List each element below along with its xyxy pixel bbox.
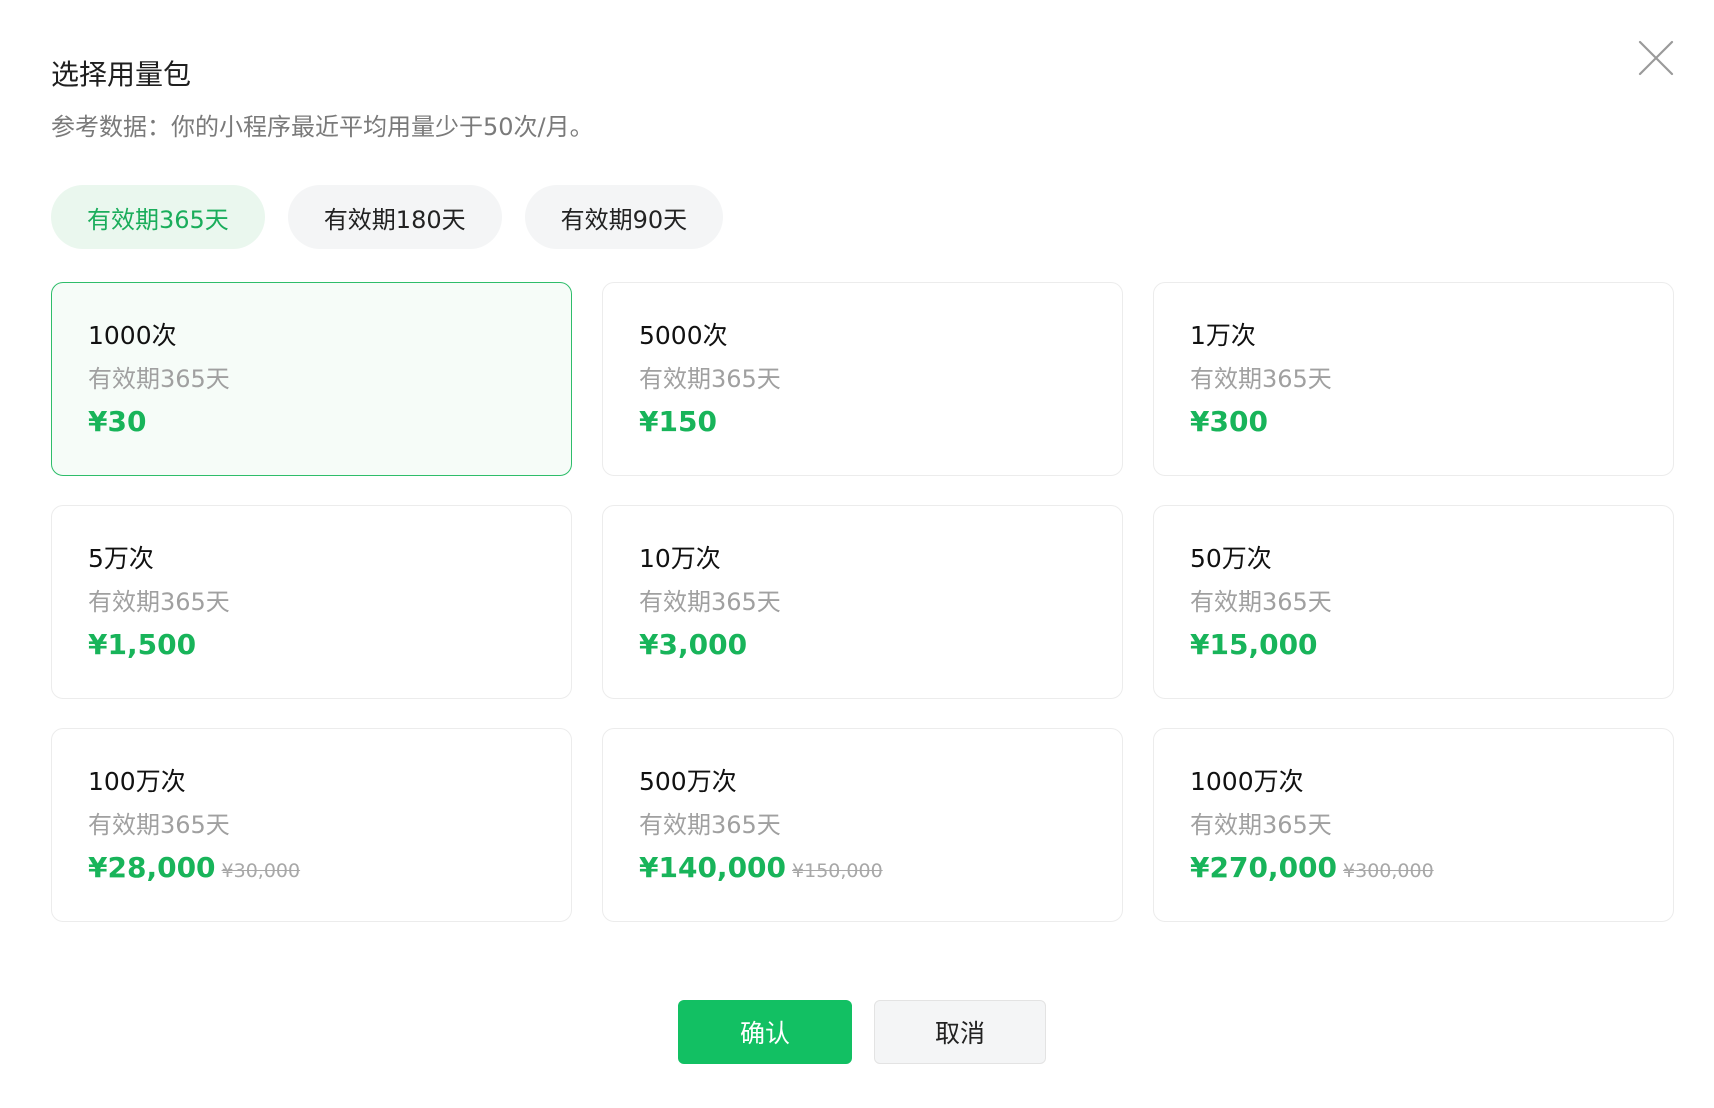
cancel-button[interactable]: 取消	[874, 1000, 1046, 1064]
package-card[interactable]: 50万次 有效期365天 ¥15,000	[1153, 505, 1674, 699]
original-price: ¥150,000	[792, 860, 883, 882]
package-grid: 1000次 有效期365天 ¥30 5000次 有效期365天 ¥150 1万次…	[51, 282, 1674, 922]
package-name: 1万次	[1190, 321, 1256, 350]
tab-90-days[interactable]: 有效期90天	[524, 185, 724, 249]
package-validity: 有效期365天	[88, 811, 230, 839]
package-name: 5万次	[88, 544, 154, 573]
price-row: ¥3,000	[639, 627, 1086, 663]
package-name: 10万次	[639, 544, 721, 573]
package-card[interactable]: 100万次 有效期365天 ¥28,000 ¥30,000	[51, 728, 572, 922]
confirm-button[interactable]: 确认	[678, 1000, 852, 1064]
package-validity: 有效期365天	[639, 365, 781, 393]
package-price: ¥150	[639, 405, 717, 438]
price-row: ¥150	[639, 404, 1086, 440]
original-price: ¥30,000	[221, 860, 301, 882]
original-price: ¥300,000	[1343, 860, 1434, 882]
select-package-dialog: 选择用量包 参考数据：你的小程序最近平均用量少于50次/月。 有效期365天 有…	[0, 0, 1714, 1108]
package-price: ¥1,500	[88, 628, 197, 661]
package-card[interactable]: 500万次 有效期365天 ¥140,000 ¥150,000	[602, 728, 1123, 922]
package-card[interactable]: 1000万次 有效期365天 ¥270,000 ¥300,000	[1153, 728, 1674, 922]
package-name: 100万次	[88, 767, 186, 796]
package-card[interactable]: 5000次 有效期365天 ¥150	[602, 282, 1123, 476]
package-name: 5000次	[639, 321, 728, 350]
package-price: ¥140,000	[639, 851, 787, 884]
package-validity: 有效期365天	[88, 588, 230, 616]
dialog-subtitle: 参考数据：你的小程序最近平均用量少于50次/月。	[51, 113, 594, 141]
price-row: ¥300	[1190, 404, 1637, 440]
validity-tabs: 有效期365天 有效期180天 有效期90天	[51, 185, 724, 249]
price-row: ¥15,000	[1190, 627, 1637, 663]
tab-180-days[interactable]: 有效期180天	[287, 185, 502, 249]
package-validity: 有效期365天	[639, 811, 781, 839]
package-card[interactable]: 10万次 有效期365天 ¥3,000	[602, 505, 1123, 699]
package-validity: 有效期365天	[639, 588, 781, 616]
package-price: ¥300	[1190, 405, 1268, 438]
tab-365-days[interactable]: 有效期365天	[51, 185, 265, 249]
package-price: ¥15,000	[1190, 628, 1318, 661]
package-validity: 有效期365天	[1190, 588, 1332, 616]
close-icon[interactable]	[1636, 38, 1676, 78]
dialog-footer: 确认 取消	[678, 1000, 1046, 1064]
price-row: ¥270,000 ¥300,000	[1190, 850, 1637, 886]
package-price: ¥28,000	[88, 851, 216, 884]
price-row: ¥28,000 ¥30,000	[88, 850, 535, 886]
package-card[interactable]: 1万次 有效期365天 ¥300	[1153, 282, 1674, 476]
package-validity: 有效期365天	[88, 365, 230, 393]
package-name: 1000次	[88, 321, 177, 350]
package-card[interactable]: 5万次 有效期365天 ¥1,500	[51, 505, 572, 699]
package-price: ¥270,000	[1190, 851, 1338, 884]
dialog-title: 选择用量包	[51, 58, 192, 91]
package-name: 1000万次	[1190, 767, 1304, 796]
package-price: ¥30	[88, 405, 147, 438]
price-row: ¥1,500	[88, 627, 535, 663]
package-validity: 有效期365天	[1190, 365, 1332, 393]
price-row: ¥140,000 ¥150,000	[639, 850, 1086, 886]
package-card[interactable]: 1000次 有效期365天 ¥30	[51, 282, 572, 476]
price-row: ¥30	[88, 404, 535, 440]
package-validity: 有效期365天	[1190, 811, 1332, 839]
package-name: 50万次	[1190, 544, 1272, 573]
package-name: 500万次	[639, 767, 737, 796]
package-price: ¥3,000	[639, 628, 748, 661]
